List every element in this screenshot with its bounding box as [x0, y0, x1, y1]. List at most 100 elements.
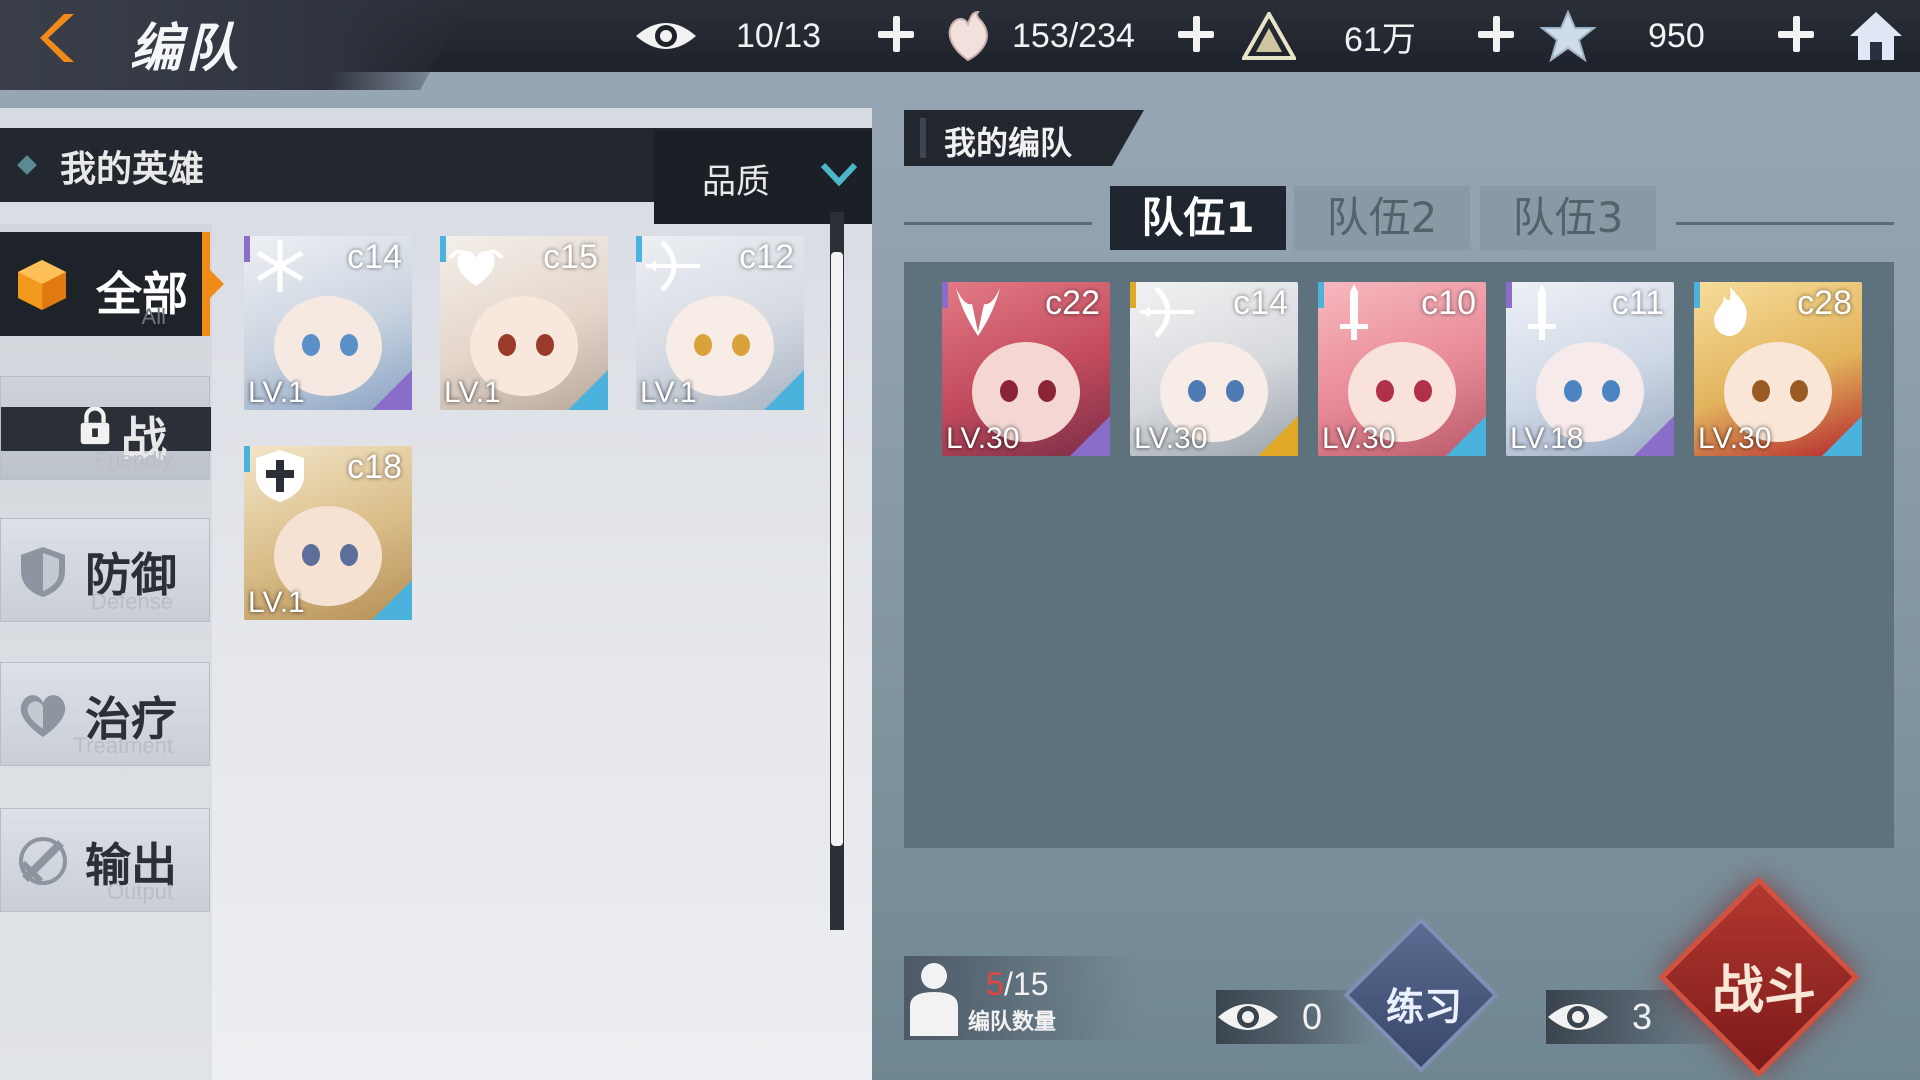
- hero-level: LV.30: [946, 422, 1020, 455]
- hero-code: c14: [1233, 284, 1288, 322]
- hero-card[interactable]: c18 LV.1: [244, 446, 412, 620]
- hero-level: LV.1: [640, 376, 697, 409]
- heart-resource: [944, 10, 992, 62]
- hero-card[interactable]: c14 LV.1: [244, 236, 412, 410]
- page-title: 编队: [130, 19, 243, 79]
- category-sublabel: Defense: [91, 589, 173, 614]
- category-defense[interactable]: 防御 Defense: [0, 518, 210, 622]
- demon-icon: [956, 288, 1000, 336]
- category-friendly[interactable]: 战 Friendly: [0, 376, 211, 480]
- add-crystal-button[interactable]: [1774, 12, 1818, 56]
- scrollbar-thumb[interactable]: [831, 252, 843, 846]
- category-sublabel: All: [141, 304, 166, 329]
- sort-dropdown[interactable]: 品质: [654, 130, 872, 224]
- hero-card[interactable]: c15 LV.1: [440, 236, 608, 410]
- practice-button-label: 练习: [1385, 985, 1462, 1029]
- hero-card[interactable]: c12 LV.1: [636, 236, 804, 410]
- chevron-down-icon: [820, 162, 858, 187]
- back-button[interactable]: [18, 6, 98, 70]
- team-title: 我的编队: [944, 124, 1073, 162]
- hero-level: LV.30: [1134, 422, 1208, 455]
- rarity-corner: [372, 580, 412, 620]
- star-crystal-icon: [1540, 10, 1596, 62]
- hero-code: c12: [739, 238, 794, 276]
- hero-level: LV.30: [1322, 422, 1396, 455]
- pyramid-icon: [1242, 12, 1296, 60]
- sword-icon: [1528, 284, 1556, 340]
- bow-icon: [646, 240, 700, 292]
- add-stamina-button[interactable]: [874, 12, 918, 56]
- category-treatment[interactable]: 治疗 Treatment: [0, 662, 210, 766]
- rarity-corner: [1822, 416, 1862, 456]
- category-output[interactable]: 输出 Output: [0, 808, 210, 912]
- crystal-resource: [1540, 10, 1596, 62]
- handshake-lock-icon: [80, 407, 110, 445]
- stamina-resource: [634, 10, 698, 62]
- person-icon: [910, 963, 958, 1036]
- team-count: 5 /15 编队数量: [904, 956, 1140, 1040]
- category-all[interactable]: 全部 All: [0, 232, 224, 336]
- eye-icon: [1548, 1004, 1608, 1030]
- hero-code: c22: [1045, 284, 1100, 322]
- home-icon: [1850, 12, 1902, 60]
- sword-icon: [19, 837, 67, 885]
- top-bar: 编队 10/13 153/234 61万 950: [0, 0, 1920, 90]
- hero-code: c28: [1797, 284, 1852, 322]
- eye-icon: [636, 23, 696, 49]
- hero-level: LV.1: [248, 586, 305, 619]
- hero-code: c15: [543, 238, 598, 276]
- hero-code: c10: [1421, 284, 1476, 322]
- hero-code: c14: [347, 238, 402, 276]
- team-hero-card[interactable]: c22 LV.30: [942, 282, 1110, 456]
- heart-icon: [20, 695, 66, 737]
- heart-value: 153/234: [1012, 16, 1135, 55]
- rarity-corner: [1258, 416, 1298, 456]
- sword-icon: [1340, 284, 1368, 340]
- snowflake-icon: [256, 240, 304, 292]
- rarity-corner: [568, 370, 608, 410]
- team-count-current: 5: [986, 966, 1004, 1002]
- category-sublabel: Friendly: [94, 447, 173, 472]
- hero-code: c11: [1611, 284, 1664, 322]
- rarity-corner: [1446, 416, 1486, 456]
- heart-flame-icon: [948, 10, 988, 62]
- shield-icon: [21, 547, 65, 597]
- team-hero-card[interactable]: c14 LV.30: [1130, 282, 1298, 456]
- eye-icon: [1218, 1004, 1278, 1030]
- team-hero-card[interactable]: c10 LV.30: [1318, 282, 1486, 456]
- bow-icon: [1140, 286, 1194, 338]
- team-count-total: /15: [1004, 966, 1049, 1002]
- gold-resource: [1242, 10, 1296, 62]
- cube-icon: [18, 260, 66, 310]
- hero-level: LV.1: [248, 376, 305, 409]
- divider-line: [904, 222, 1092, 225]
- add-gold-button[interactable]: [1474, 12, 1518, 56]
- team-count-label: 编队数量: [968, 1010, 1057, 1035]
- team-hero-card[interactable]: c11 LV.18: [1506, 282, 1674, 456]
- shield-cross-icon: [256, 450, 304, 502]
- team-header: 我的编队: [904, 110, 1144, 166]
- home-button[interactable]: [1848, 10, 1904, 62]
- tab-team-3[interactable]: 队伍3: [1480, 186, 1656, 250]
- rarity-corner: [1070, 416, 1110, 456]
- tab-team-2[interactable]: 队伍2: [1294, 186, 1470, 250]
- category-sublabel: Output: [106, 879, 173, 904]
- rarity-corner: [372, 370, 412, 410]
- category-strip: [0, 224, 212, 1080]
- add-heart-button[interactable]: [1174, 12, 1218, 56]
- rarity-corner: [1634, 416, 1674, 456]
- stamina-value: 10/13: [736, 16, 822, 55]
- diamond-icon: [17, 155, 37, 175]
- hero-list-title: 我的英雄: [60, 149, 205, 190]
- battle-button-label: 战斗: [1711, 961, 1816, 1021]
- tab-team-1[interactable]: 队伍1: [1110, 186, 1286, 250]
- back-arrow-icon: [40, 14, 74, 62]
- crystal-value: 950: [1648, 16, 1705, 55]
- heart-wing-icon: [448, 249, 504, 286]
- practice-cost-value: 0: [1302, 996, 1323, 1037]
- rarity-corner: [764, 370, 804, 410]
- team-hero-card[interactable]: c28 LV.30: [1694, 282, 1862, 456]
- hero-level: LV.18: [1510, 422, 1584, 455]
- hero-list-scrollbar[interactable]: [830, 212, 844, 930]
- category-sublabel: Treatment: [73, 733, 173, 758]
